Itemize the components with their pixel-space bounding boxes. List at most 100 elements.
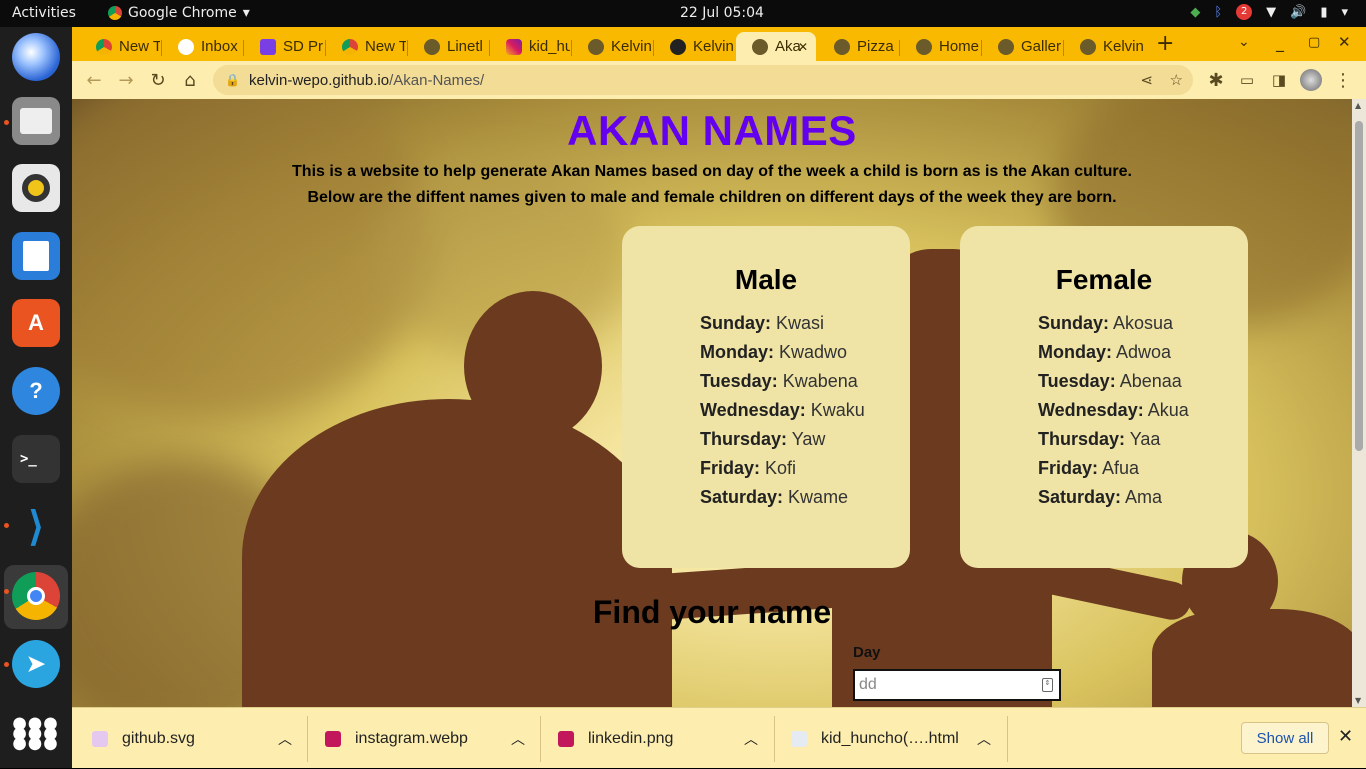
tab-9[interactable]: Aka ✕ — [736, 32, 816, 61]
address-bar[interactable]: 🔒 kelvin-wepo.github.io/Akan-Names/ ⋖ ☆ — [213, 65, 1193, 95]
tab-1[interactable]: New T — [80, 32, 160, 61]
thunderbird-icon[interactable] — [12, 33, 60, 81]
tab-7[interactable]: Kelvin — [572, 32, 652, 61]
side-panel-icon[interactable]: ◨ — [1266, 67, 1292, 93]
system-tray[interactable]: ◆ ᛒ 2 ▼ 🔊 ▮ ▾ — [1190, 4, 1348, 20]
tab-label: Kelvin — [1103, 38, 1144, 55]
volume-icon[interactable]: 🔊 — [1290, 5, 1306, 20]
bluetooth-icon[interactable]: ᛒ — [1214, 5, 1222, 20]
tab-4[interactable]: New T — [326, 32, 406, 61]
home-icon[interactable]: ⌂ — [177, 67, 203, 93]
download-item[interactable]: github.svg — [92, 708, 195, 769]
tab-5[interactable]: Linetl — [408, 32, 488, 61]
close-tab-icon[interactable]: ✕ — [798, 40, 808, 54]
vscode-icon[interactable]: ⟩ — [12, 503, 60, 551]
tab-13[interactable]: Kelvin — [1064, 32, 1144, 61]
back-icon[interactable]: ← — [81, 67, 107, 93]
shield-icon[interactable]: ◆ — [1190, 5, 1200, 20]
tab-11[interactable]: Home — [900, 32, 980, 61]
day-input-spinner-icon[interactable]: ⇕ — [1042, 678, 1053, 692]
weekday-label: Thursday: — [700, 429, 788, 449]
tab-8[interactable]: Kelvin — [654, 32, 734, 61]
new-tab-button[interactable]: + — [1156, 31, 1174, 56]
writer-icon[interactable] — [12, 232, 60, 280]
chevron-up-icon[interactable]: ︿ — [511, 708, 525, 769]
show-apps-icon[interactable]: ⬤⬤⬤ ⬤⬤⬤ ⬤⬤⬤ — [12, 709, 60, 757]
akan-name: Kwame — [788, 487, 849, 507]
chevron-up-icon[interactable]: ︿ — [977, 708, 991, 769]
download-item[interactable]: linkedin.png — [558, 708, 673, 769]
download-item[interactable]: kid_huncho(….html — [791, 708, 959, 769]
tab-2[interactable]: Inbox — [162, 32, 242, 61]
tab-label: kid_hu — [529, 38, 570, 55]
chevron-up-icon[interactable]: ︿ — [278, 708, 292, 769]
forward-icon[interactable]: → — [113, 67, 139, 93]
rhythmbox-icon[interactable] — [12, 164, 60, 212]
running-indicator — [4, 662, 9, 667]
profile-avatar[interactable] — [1298, 67, 1324, 93]
browser-toolbar: ← → ↻ ⌂ 🔒 kelvin-wepo.github.io/Akan-Nam… — [72, 61, 1366, 99]
tab-label: New T — [365, 38, 406, 55]
scroll-up-arrow-icon[interactable]: ▲ — [1355, 101, 1361, 110]
globe-icon — [998, 38, 1014, 55]
female-names-card: Female Sunday: Akosua Monday: Adwoa Tuesda… — [960, 226, 1248, 568]
akan-name: Abenaa — [1119, 371, 1182, 391]
globe-icon — [424, 38, 440, 55]
file-icon — [791, 730, 807, 747]
cast-icon[interactable]: ▭ — [1234, 67, 1260, 93]
close-window-button[interactable]: ✕ — [1338, 33, 1351, 51]
github-icon — [670, 38, 686, 55]
url-path: /Akan-Names/ — [389, 71, 485, 89]
male-heading: Male — [734, 264, 798, 295]
files-icon[interactable] — [12, 97, 60, 145]
page-viewport[interactable]: AKAN NAMES This is a website to help gen… — [72, 99, 1366, 707]
female-name-row: Monday: Adwoa — [1038, 338, 1248, 367]
wifi-icon[interactable]: ▼ — [1266, 5, 1276, 20]
share-icon[interactable]: ⋖ — [1140, 71, 1153, 89]
divider — [774, 716, 775, 762]
lock-icon[interactable]: 🔒 — [225, 73, 241, 87]
chevron-up-icon[interactable]: ︿ — [744, 708, 758, 769]
close-downloads-bar-icon[interactable]: ✕ — [1338, 726, 1353, 747]
weekday-label: Monday: — [1038, 342, 1112, 362]
notification-icon[interactable]: 2 — [1236, 4, 1253, 20]
telegram-icon[interactable]: ➤ — [12, 640, 60, 688]
file-icon — [92, 730, 108, 747]
scroll-down-arrow-icon[interactable]: ▼ — [1355, 696, 1361, 705]
power-menu-icon[interactable]: ▾ — [1341, 5, 1348, 20]
extensions-icon[interactable]: ✱ — [1203, 67, 1229, 93]
maximize-button[interactable]: ▢ — [1308, 35, 1320, 50]
akan-name: Kwasi — [776, 313, 825, 333]
minimize-button[interactable]: _ — [1276, 33, 1284, 52]
tab-label: Linetl — [447, 38, 483, 55]
download-item[interactable]: instagram.webp — [325, 708, 468, 769]
globe-icon — [834, 38, 850, 55]
app-center-icon[interactable]: A — [12, 299, 60, 347]
show-all-downloads-button[interactable]: Show all — [1241, 722, 1329, 754]
terminal-icon[interactable]: >_ — [12, 435, 60, 483]
tab-6[interactable]: kid_hu — [490, 32, 570, 61]
chrome-icon — [96, 38, 112, 55]
divider — [540, 716, 541, 762]
download-filename: kid_huncho(….html — [821, 729, 959, 747]
app-menu[interactable]: Google Chrome ▾ — [108, 5, 250, 21]
battery-icon[interactable]: ▮ — [1320, 5, 1327, 20]
female-name-row: Saturday: Ama — [1038, 483, 1248, 512]
tab-10[interactable]: Pizza I — [818, 32, 898, 61]
female-name-row: Sunday: Akosua — [1038, 309, 1248, 338]
page-scrollbar[interactable]: ▲ ▼ — [1352, 99, 1366, 707]
clock[interactable]: 22 Jul 05:04 — [680, 5, 764, 21]
chrome-icon[interactable] — [12, 572, 60, 620]
tab-search-icon[interactable]: ⌄ — [1238, 34, 1250, 50]
tab-strip: New T Inbox SD Pr New T Linetl kid_hu Kelvin Ke… — [72, 27, 1366, 61]
scrollbar-thumb[interactable] — [1355, 121, 1363, 451]
activities-button[interactable]: Activities — [12, 5, 76, 21]
help-icon[interactable]: ? — [12, 367, 60, 415]
tab-12[interactable]: Galler — [982, 32, 1062, 61]
menu-dots-icon[interactable]: ⋮ — [1330, 67, 1356, 93]
reload-icon[interactable]: ↻ — [145, 67, 171, 93]
bookmark-star-icon[interactable]: ☆ — [1170, 71, 1183, 89]
male-name-row: Sunday: Kwasi — [700, 309, 910, 338]
day-input[interactable] — [853, 669, 1061, 701]
tab-3[interactable]: SD Pr — [244, 32, 324, 61]
